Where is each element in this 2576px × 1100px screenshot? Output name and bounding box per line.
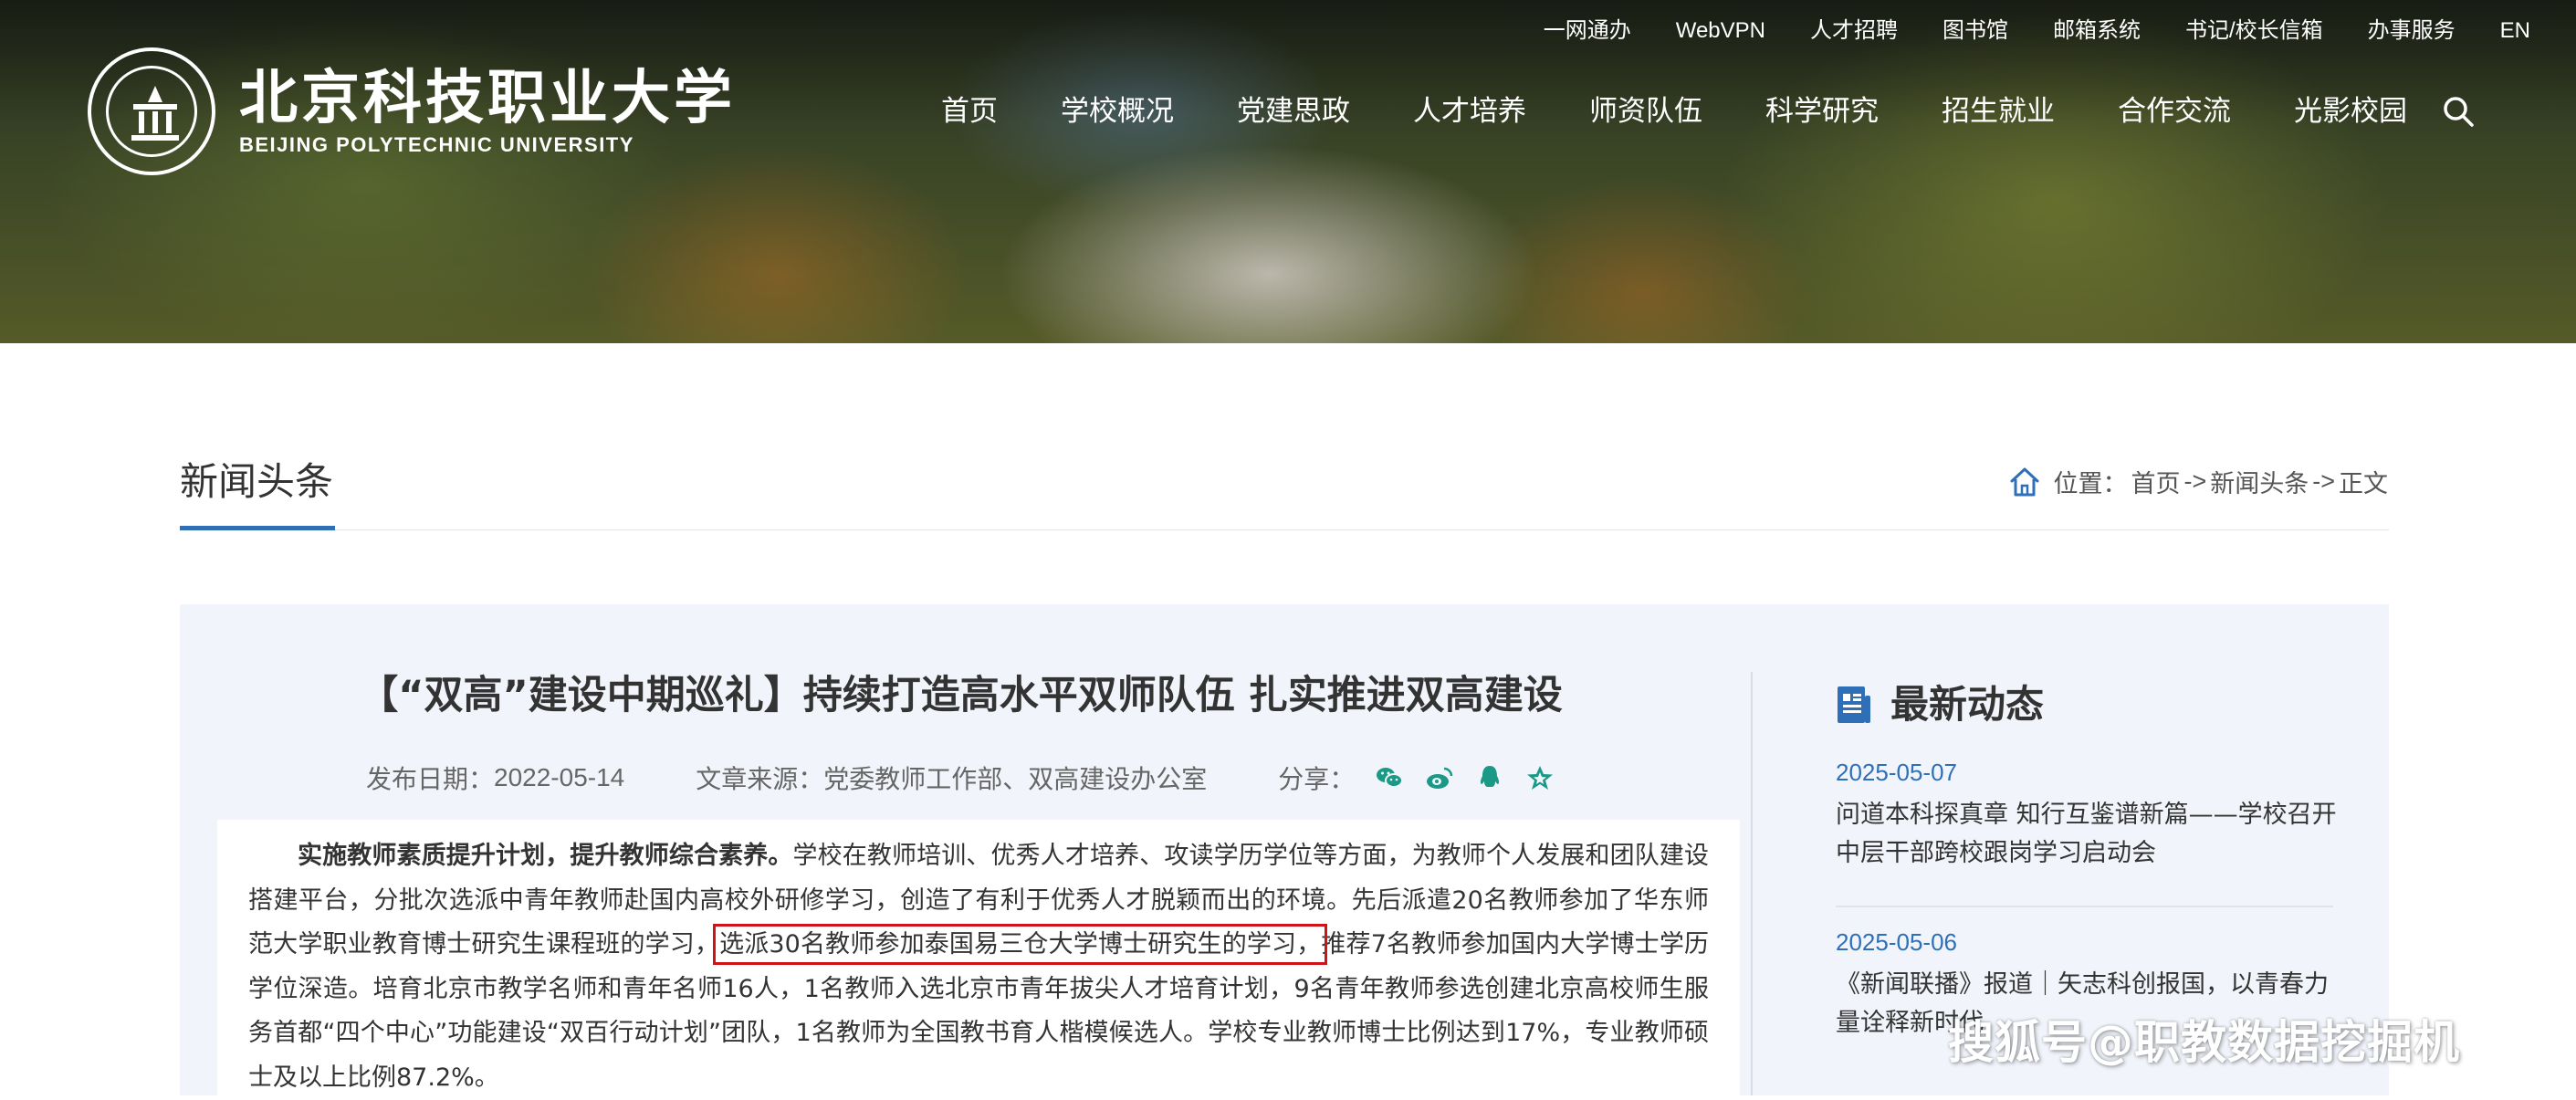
- article: 【“双高”建设中期巡礼】持续打造高水平双师队伍 扎实推进双高建设 发布日期： 2…: [180, 604, 1742, 1095]
- breadcrumb-separator: ->: [2312, 467, 2335, 495]
- highlighted-sentence: 选派30名教师参加泰国易三仓大学博士研究生的学习，: [713, 924, 1328, 965]
- home-icon: [2007, 465, 2042, 499]
- wechat-icon[interactable]: [1375, 763, 1404, 792]
- breadcrumb-category[interactable]: 新闻头条: [2210, 464, 2309, 499]
- article-paragraph: 实施教师素质提升计划，提升教师综合素养。学校在教师培训、优秀人才培养、攻读学历学…: [248, 834, 1709, 1100]
- share-label: 分享：: [1278, 765, 1356, 793]
- header-banner: 北京科技职业大学 BEIJING POLYTECHNIC UNIVERSITY …: [0, 0, 2576, 343]
- section-title: 新闻头条: [180, 460, 334, 503]
- breadcrumb-current: 正文: [2339, 470, 2388, 498]
- nav-item-education[interactable]: 人才培养: [1413, 91, 1526, 131]
- nav-item-faculty[interactable]: 师资队伍: [1589, 91, 1702, 131]
- top-link-library[interactable]: 图书馆: [1942, 16, 2008, 46]
- breadcrumb-separator: ->: [2183, 467, 2207, 495]
- news-item[interactable]: 2025-05-07 问道本科探真章 知行互鉴谱新篇——学校召开中层干部跨校跟岗…: [1836, 754, 2347, 873]
- paragraph-lead: 实施教师素质提升计划，提升教师综合素养。: [298, 842, 793, 870]
- nav-item-about[interactable]: 学校概况: [1061, 91, 1174, 131]
- top-link-english[interactable]: EN: [2500, 16, 2530, 46]
- top-utility-nav: 一网通办 WebVPN 人才招聘 图书馆 邮箱系统 书记/校长信箱 办事服务 E…: [1499, 16, 2530, 46]
- site-logo[interactable]: 北京科技职业大学 BEIJING POLYTECHNIC UNIVERSITY: [88, 47, 736, 175]
- publish-date: 2022-05-14: [494, 763, 625, 791]
- logo-english-name: BEIJING POLYTECHNIC UNIVERSITY: [239, 133, 634, 156]
- breadcrumb-home[interactable]: 首页: [2131, 464, 2180, 499]
- news-date: 2025-05-06: [1836, 928, 1957, 956]
- top-link-webvpn[interactable]: WebVPN: [1676, 16, 1765, 46]
- section-divider: [180, 529, 2389, 530]
- nav-item-cooperation[interactable]: 合作交流: [2118, 91, 2231, 131]
- top-link-recruitment[interactable]: 人才招聘: [1810, 16, 1898, 46]
- qzone-icon[interactable]: [1525, 763, 1555, 792]
- breadcrumb: 位置： 首页 -> 新闻头条 -> 正文: [2007, 464, 2388, 499]
- newspaper-icon: [1836, 685, 1872, 725]
- search-icon[interactable]: [2440, 93, 2477, 130]
- nav-item-party[interactable]: 党建思政: [1237, 91, 1350, 131]
- section-title-underline: [180, 526, 335, 530]
- nav-item-gallery[interactable]: 光影校园: [2294, 91, 2407, 131]
- nav-item-home[interactable]: 首页: [941, 91, 998, 131]
- weibo-icon[interactable]: [1425, 763, 1454, 792]
- top-link-email[interactable]: 邮箱系统: [2053, 16, 2141, 46]
- nav-item-admissions[interactable]: 招生就业: [1942, 91, 2055, 131]
- qq-icon[interactable]: [1475, 763, 1504, 792]
- logo-chinese-name: 北京科技职业大学: [239, 64, 736, 132]
- top-link-portal[interactable]: 一网通办: [1544, 16, 1631, 46]
- news-title[interactable]: 问道本科探真章 知行互鉴谱新篇——学校召开中层干部跨校跟岗学习启动会: [1836, 796, 2347, 873]
- source-watermark: 搜狐号@职教数据挖掘机: [1948, 1016, 2460, 1069]
- nav-item-research[interactable]: 科学研究: [1765, 91, 1879, 131]
- sidebar-title: 最新动态: [1890, 682, 2045, 727]
- source-label: 文章来源：: [696, 765, 824, 793]
- article-body: 实施教师素质提升计划，提升教师综合素养。学校在教师培训、优秀人才培养、攻读学历学…: [217, 820, 1740, 1095]
- date-label: 发布日期：: [366, 765, 495, 793]
- breadcrumb-label: 位置：: [2053, 470, 2128, 498]
- top-link-mailbox[interactable]: 书记/校长信箱: [2185, 16, 2323, 46]
- column-divider: [1751, 672, 1753, 1095]
- article-meta: 发布日期： 2022-05-14 文章来源： 党委教师工作部、双高建设办公室 分…: [366, 760, 1576, 796]
- top-link-services[interactable]: 办事服务: [2368, 16, 2456, 46]
- main-nav: 首页 学校概况 党建思政 人才培养 师资队伍 科学研究 招生就业 合作交流 光影…: [941, 91, 2407, 131]
- news-separator: [1836, 906, 2333, 907]
- news-date: 2025-05-07: [1836, 759, 1957, 786]
- article-source: 党委教师工作部、双高建设办公室: [823, 765, 1208, 793]
- article-title: 【“双高”建设中期巡礼】持续打造高水平双师队伍 扎实推进双高建设: [359, 673, 1563, 718]
- school-seal-icon: [88, 47, 215, 175]
